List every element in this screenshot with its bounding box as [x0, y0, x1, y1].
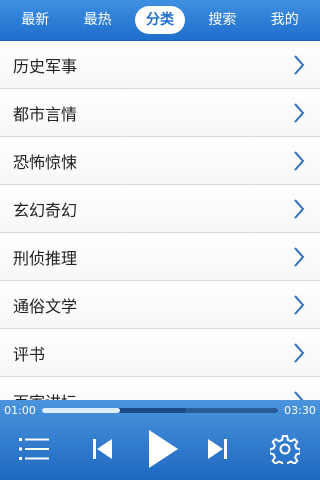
chevron-right-icon — [294, 246, 305, 267]
progress-row: 01:00 03:30 — [0, 400, 320, 420]
current-time: 01:00 — [4, 403, 36, 417]
chevron-right-icon — [294, 54, 305, 75]
chevron-right-icon — [294, 294, 305, 315]
total-time: 03:30 — [284, 403, 316, 417]
category-label: 评书 — [13, 344, 46, 364]
tab-latest[interactable]: 最新 — [10, 6, 60, 34]
top-tab-bar: 最新 最热 分类 搜索 我的 — [0, 0, 320, 41]
category-label: 玄幻奇幻 — [13, 200, 78, 220]
tab-search[interactable]: 搜索 — [197, 6, 247, 34]
chevron-right-icon — [294, 102, 305, 123]
category-row-history-military[interactable]: 历史军事 — [0, 41, 320, 89]
skip-next-icon[interactable] — [206, 437, 228, 461]
category-label: 百家讲坛 — [13, 389, 77, 401]
category-row-urban-romance[interactable]: 都市言情 — [0, 89, 320, 137]
category-row-storytelling[interactable]: 评书 — [0, 329, 320, 377]
gear-icon[interactable] — [270, 434, 300, 464]
category-label: 刑侦推理 — [13, 248, 78, 268]
list-icon[interactable] — [18, 436, 50, 462]
play-icon[interactable] — [146, 428, 180, 470]
playback-controls — [0, 420, 320, 480]
chevron-right-icon — [294, 198, 305, 219]
played-bar — [42, 407, 120, 413]
category-row-horror-thriller[interactable]: 恐怖惊悚 — [0, 137, 320, 185]
progress-slider[interactable] — [42, 407, 278, 413]
category-label: 恐怖惊悚 — [13, 152, 78, 172]
category-row-detective[interactable]: 刑侦推理 — [0, 233, 320, 281]
chevron-right-icon — [294, 150, 305, 171]
audio-player: 01:00 03:30 — [0, 400, 320, 480]
category-row-popular-literature[interactable]: 通俗文学 — [0, 281, 320, 329]
category-label: 通俗文学 — [13, 296, 78, 316]
tab-categories[interactable]: 分类 — [134, 6, 185, 34]
tab-mine[interactable]: 我的 — [260, 6, 310, 34]
category-row-fantasy[interactable]: 玄幻奇幻 — [0, 185, 320, 233]
category-list[interactable]: 历史军事 都市言情 恐怖惊悚 玄幻奇幻 刑侦推理 通俗文学 评书 百家讲坛 — [0, 41, 320, 400]
category-label: 历史军事 — [13, 56, 78, 76]
skip-previous-icon[interactable] — [92, 437, 114, 461]
tab-hottest[interactable]: 最热 — [73, 6, 123, 34]
category-row-lecture-room[interactable]: 百家讲坛 — [0, 377, 320, 400]
chevron-right-icon — [294, 390, 304, 400]
category-label: 都市言情 — [13, 104, 78, 124]
chevron-right-icon — [294, 342, 305, 363]
